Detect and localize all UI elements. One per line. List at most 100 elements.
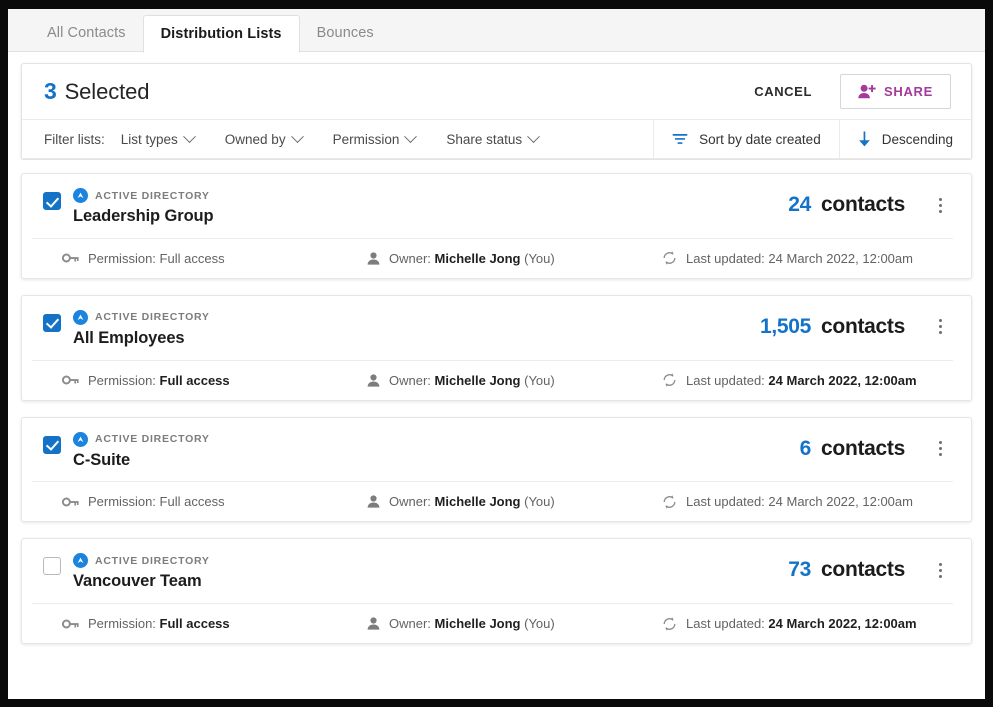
share-button[interactable]: SHARE <box>840 74 951 109</box>
contact-count: 24 <box>788 193 811 217</box>
list-overflow-menu-icon[interactable] <box>927 314 953 340</box>
permission-text: Permission: Full access <box>88 373 230 388</box>
window-chrome-top-edge <box>0 0 993 9</box>
active-directory-icon <box>73 310 88 325</box>
share-button-label: SHARE <box>884 84 933 99</box>
person-icon <box>367 617 380 630</box>
permission-value: Full access <box>160 251 225 266</box>
key-icon <box>62 252 79 264</box>
distribution-list-card[interactable]: ACTIVE DIRECTORYC-Suite6contactsPermissi… <box>21 417 972 523</box>
selected-label: Selected <box>65 79 150 105</box>
filter-list-types[interactable]: List types <box>121 132 209 147</box>
sync-icon <box>662 617 677 631</box>
owner-text: Owner: Michelle Jong (You) <box>389 251 555 266</box>
card-count-block: 73contacts <box>788 553 953 583</box>
permission-value: Full access <box>160 616 230 631</box>
active-directory-icon <box>73 188 88 203</box>
card-title-block: ACTIVE DIRECTORYC-Suite <box>73 432 800 471</box>
list-name: All Employees <box>73 329 760 349</box>
last-updated-prefix: Last updated: <box>686 494 765 509</box>
window-chrome-right-edge <box>985 0 993 707</box>
list-select-checkbox[interactable] <box>43 557 61 575</box>
list-name: Vancouver Team <box>73 572 788 592</box>
list-overflow-menu-icon[interactable] <box>927 436 953 462</box>
permission-info: Permission: Full access <box>32 616 367 631</box>
last-updated-value: 24 March 2022, 12:00am <box>768 494 913 509</box>
person-add-icon <box>858 84 876 99</box>
permission-value: Full access <box>160 494 225 509</box>
last-updated-info: Last updated: 24 March 2022, 12:00am <box>662 494 953 509</box>
distribution-list-card[interactable]: ACTIVE DIRECTORYAll Employees1,505contac… <box>21 295 972 401</box>
filter-label: Permission <box>333 132 400 147</box>
card-meta-row: Permission: Full accessOwner: Michelle J… <box>32 482 953 521</box>
permission-prefix: Permission: <box>88 616 156 631</box>
contacts-word: contacts <box>821 315 905 339</box>
last-updated-info: Last updated: 24 March 2022, 12:00am <box>662 251 953 266</box>
owner-text: Owner: Michelle Jong (You) <box>389 494 555 509</box>
last-updated-text: Last updated: 24 March 2022, 12:00am <box>686 616 917 631</box>
owner-name: Michelle Jong <box>435 616 521 631</box>
list-source-row: ACTIVE DIRECTORY <box>73 188 788 203</box>
permission-text: Permission: Full access <box>88 251 225 266</box>
list-select-checkbox[interactable] <box>43 436 61 454</box>
tab-bounces[interactable]: Bounces <box>300 15 391 52</box>
distribution-list-card[interactable]: ACTIVE DIRECTORYLeadership Group24contac… <box>21 173 972 279</box>
list-source-label: ACTIVE DIRECTORY <box>95 311 210 323</box>
selection-bar: 3 Selected CANCEL SHAR <box>22 64 971 120</box>
tab-distribution-lists[interactable]: Distribution Lists <box>143 15 300 53</box>
contacts-word: contacts <box>821 193 905 217</box>
sort-by-button[interactable]: Sort by date created <box>653 120 839 158</box>
sync-icon <box>662 373 677 387</box>
screenshot-viewport: All ContactsDistribution ListsBounces 3 … <box>0 0 993 707</box>
last-updated-info: Last updated: 24 March 2022, 12:00am <box>662 616 953 631</box>
list-source-row: ACTIVE DIRECTORY <box>73 310 760 325</box>
window-chrome-bottom-edge <box>0 699 993 707</box>
chevron-down-icon <box>527 130 540 143</box>
card-meta-row: Permission: Full accessOwner: Michelle J… <box>32 604 953 643</box>
sort-filter-icon <box>672 133 688 145</box>
last-updated-value: 24 March 2022, 12:00am <box>768 616 916 631</box>
permission-prefix: Permission: <box>88 373 156 388</box>
cancel-button[interactable]: CANCEL <box>744 75 822 108</box>
owner-you-suffix: (You) <box>524 373 555 388</box>
last-updated-prefix: Last updated: <box>686 373 765 388</box>
permission-value: Full access <box>160 373 230 388</box>
key-icon <box>62 618 79 630</box>
sort-direction-button[interactable]: Descending <box>839 120 971 158</box>
list-source-label: ACTIVE DIRECTORY <box>95 555 210 567</box>
list-select-checkbox[interactable] <box>43 314 61 332</box>
permission-prefix: Permission: <box>88 251 156 266</box>
last-updated-value: 24 March 2022, 12:00am <box>768 373 916 388</box>
last-updated-prefix: Last updated: <box>686 616 765 631</box>
contact-count: 6 <box>800 437 811 461</box>
filter-lists-label: Filter lists: <box>44 132 105 147</box>
filter-label: Share status <box>446 132 522 147</box>
filter-label: List types <box>121 132 178 147</box>
filter-share-status[interactable]: Share status <box>446 132 553 147</box>
card-count-block: 24 contacts <box>788 188 953 218</box>
card-title-block: ACTIVE DIRECTORY All Employees <box>73 310 760 349</box>
card-header: ACTIVE DIRECTORYC-Suite6 contacts <box>32 418 953 483</box>
filter-bar: Filter lists: List types Owned by Permissi… <box>22 120 971 159</box>
list-overflow-menu-icon[interactable] <box>927 557 953 583</box>
key-icon <box>62 496 79 508</box>
arrow-down-icon <box>858 131 871 147</box>
owner-prefix: Owner: <box>389 494 431 509</box>
app-page: All ContactsDistribution ListsBounces 3 … <box>8 9 985 699</box>
last-updated-text: Last updated: 24 March 2022, 12:00am <box>686 494 913 509</box>
filter-permission[interactable]: Permission <box>333 132 431 147</box>
list-name: C-Suite <box>73 451 800 471</box>
contacts-word: contacts <box>821 437 905 461</box>
distribution-list-card[interactable]: ACTIVE DIRECTORY Vancouver Team73contacts… <box>21 538 972 644</box>
chevron-down-icon <box>183 130 196 143</box>
last-updated-text: Last updated: 24 March 2022, 12:00am <box>686 251 913 266</box>
list-source-label: ACTIVE DIRECTORY <box>95 190 210 202</box>
owner-prefix: Owner: <box>389 373 431 388</box>
list-overflow-menu-icon[interactable] <box>927 192 953 218</box>
filter-owned-by[interactable]: Owned by <box>225 132 317 147</box>
distribution-list-cards: ACTIVE DIRECTORYLeadership Group24contac… <box>8 160 985 664</box>
owner-name: Michelle Jong <box>435 494 521 509</box>
list-select-checkbox[interactable] <box>43 192 61 210</box>
tab-bar: All ContactsDistribution ListsBounces <box>8 9 985 52</box>
tab-all-contacts[interactable]: All Contacts <box>30 15 143 52</box>
